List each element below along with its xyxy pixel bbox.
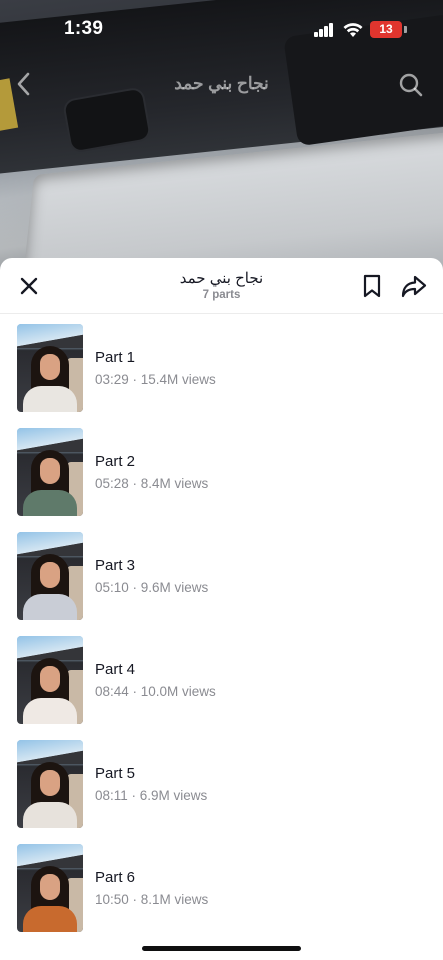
list-item[interactable]: Part 5 08:11 · 6.9M views (0, 740, 443, 844)
list-item[interactable]: Part 1 03:29 · 15.4M views (0, 324, 443, 428)
bookmark-icon[interactable] (361, 273, 383, 299)
video-title: نجاح بني حمد (174, 74, 269, 93)
parts-list: Part 1 03:29 · 15.4M views Part 2 05:28 … (0, 324, 443, 948)
battery-indicator: 13 (370, 21, 402, 38)
list-item[interactable]: Part 3 05:10 · 9.6M views (0, 532, 443, 636)
video-thumbnail[interactable] (17, 636, 83, 724)
status-bar: 1:39 13 (0, 0, 443, 60)
playlist-sheet: نجاح بني حمد 7 parts Part 1 03:29 · 15.4… (0, 258, 443, 960)
part-meta: 03:29 · 15.4M views (95, 372, 216, 387)
video-thumbnail[interactable] (17, 844, 83, 932)
list-item[interactable]: Part 2 05:28 · 8.4M views (0, 428, 443, 532)
video-thumbnail[interactable] (17, 428, 83, 516)
part-meta: 08:44 · 10.0M views (95, 684, 216, 699)
video-thumbnail[interactable] (17, 324, 83, 412)
part-title: Part 4 (95, 661, 136, 678)
part-meta: 10:50 · 8.1M views (95, 892, 209, 907)
list-item[interactable]: Part 4 08:44 · 10.0M views (0, 636, 443, 740)
status-time: 1:39 (64, 18, 104, 39)
part-title: Part 5 (95, 765, 136, 782)
sheet-header: نجاح بني حمد 7 parts (0, 258, 443, 314)
part-meta: 05:10 · 9.6M views (95, 580, 209, 595)
signal-icon (314, 23, 334, 37)
list-item[interactable]: Part 6 10:50 · 8.1M views (0, 844, 443, 948)
part-title: Part 6 (95, 869, 136, 886)
part-title: Part 3 (95, 557, 136, 574)
search-icon[interactable] (398, 72, 424, 98)
home-indicator[interactable] (142, 946, 301, 951)
share-icon[interactable] (400, 273, 428, 299)
video-top-nav: نجاح بني حمد (0, 62, 443, 106)
video-thumbnail[interactable] (17, 532, 83, 620)
wifi-icon (343, 23, 363, 37)
part-meta: 05:28 · 8.4M views (95, 476, 209, 491)
part-title: Part 1 (95, 349, 136, 366)
part-meta: 08:11 · 6.9M views (95, 788, 208, 803)
part-title: Part 2 (95, 453, 136, 470)
video-thumbnail[interactable] (17, 740, 83, 828)
